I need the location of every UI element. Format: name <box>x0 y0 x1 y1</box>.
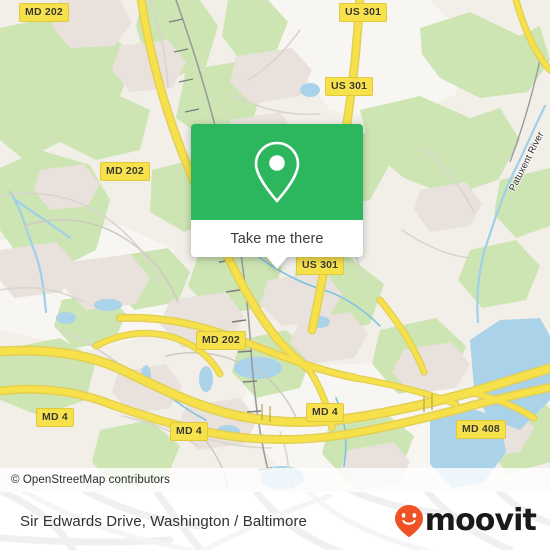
moovit-wordmark: moovit <box>424 503 537 538</box>
attribution-text: © OpenStreetMap contributors <box>11 474 170 486</box>
road-shield: MD 4 <box>170 422 208 441</box>
map-canvas[interactable]: MD 202 US 301 US 301 MD 202 US 301 MD 20… <box>0 0 550 492</box>
road-shield: MD 202 <box>19 3 69 22</box>
road-shield: MD 4 <box>306 403 344 422</box>
popup-tail <box>266 256 288 269</box>
road-shield: MD 4 <box>36 408 74 427</box>
footer-content: Sir Edwards Drive, Washington / Baltimor… <box>0 492 550 550</box>
take-me-there-button[interactable]: Take me there <box>191 220 363 257</box>
road-shield: MD 408 <box>456 420 506 439</box>
moovit-logo[interactable]: moovit <box>394 503 537 538</box>
map-attribution[interactable]: © OpenStreetMap contributors <box>0 468 550 492</box>
location-title: Sir Edwards Drive, Washington / Baltimor… <box>20 512 307 530</box>
take-me-there-label: Take me there <box>230 230 324 247</box>
popup-icon-panel <box>191 124 363 220</box>
road-shield: US 301 <box>296 256 345 275</box>
road-shield: US 301 <box>339 3 388 22</box>
moovit-map-page: MD 202 US 301 US 301 MD 202 US 301 MD 20… <box>0 0 550 550</box>
road-shield: MD 202 <box>100 162 150 181</box>
moovit-smiley-pin-icon <box>394 505 423 538</box>
road-shield: US 301 <box>325 77 374 96</box>
road-shield: MD 202 <box>196 331 246 350</box>
destination-popup-card[interactable]: Take me there <box>191 124 363 269</box>
location-pin-icon <box>254 141 300 203</box>
footer-bar: Sir Edwards Drive, Washington / Baltimor… <box>0 492 550 550</box>
